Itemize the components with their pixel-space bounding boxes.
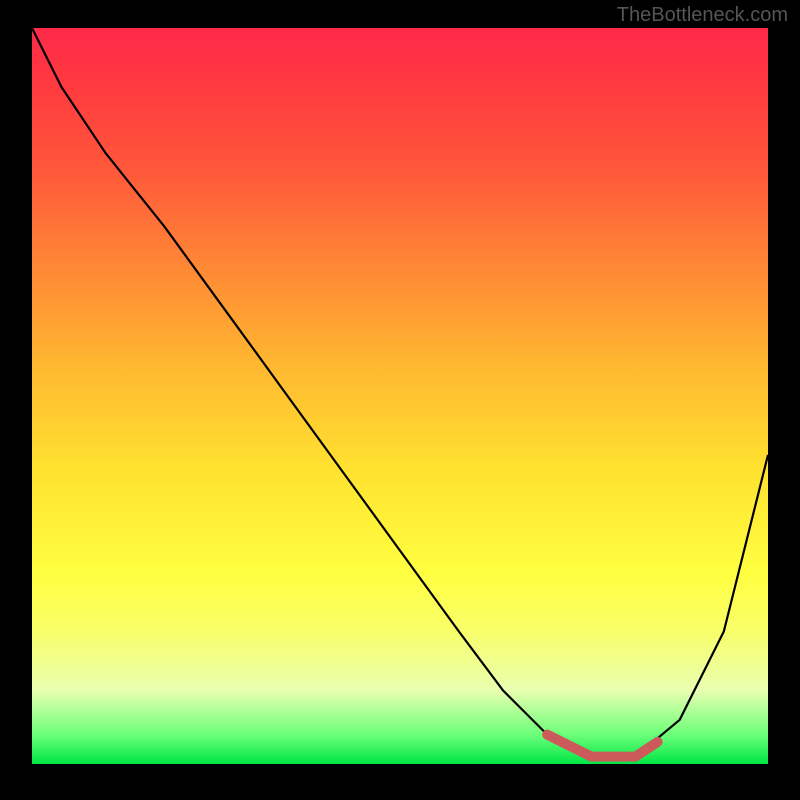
chart-svg: [32, 28, 768, 764]
chart-plot-area: [32, 28, 768, 764]
highlight-segment: [547, 735, 657, 757]
curve-line: [32, 28, 768, 757]
watermark-text: TheBottleneck.com: [617, 4, 788, 27]
